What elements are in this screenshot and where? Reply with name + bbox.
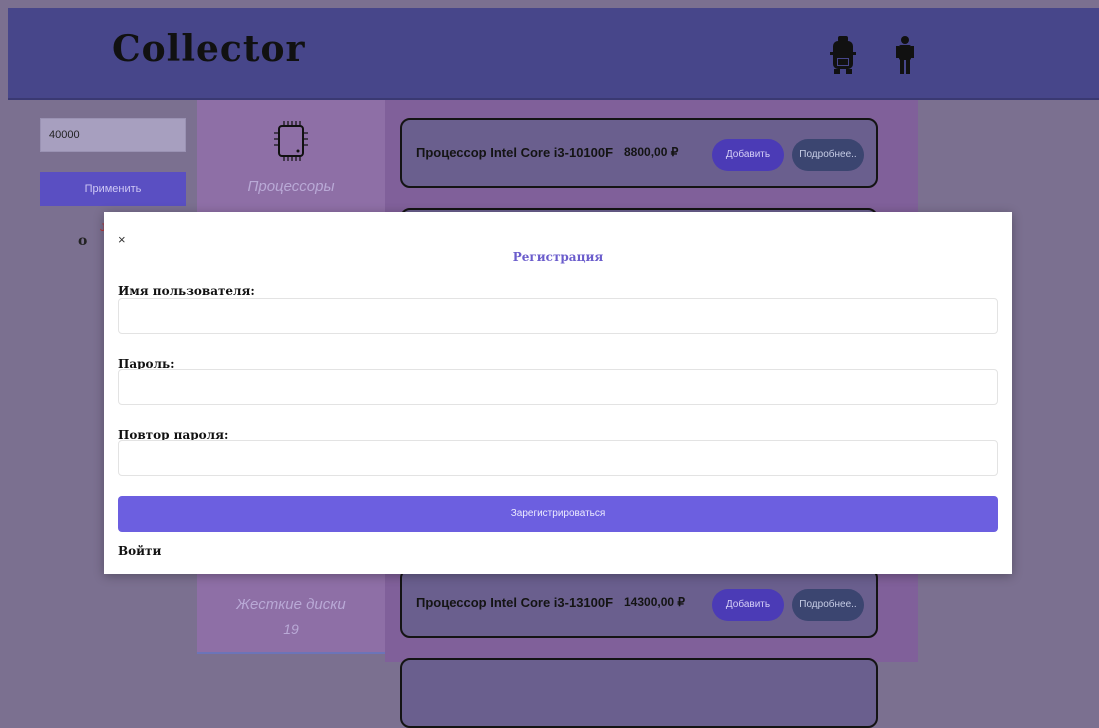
- chip-icon: [274, 121, 308, 166]
- apply-button[interactable]: Применить: [40, 172, 186, 206]
- modal-title: Регистрация: [512, 250, 604, 264]
- category-cpu[interactable]: Процессоры: [197, 178, 385, 195]
- category-hdd-count: 19: [283, 621, 299, 637]
- product-card: Процессор Intel Core i3-13100F 14300,00 …: [400, 568, 878, 638]
- details-button[interactable]: Подробнее..: [792, 139, 864, 171]
- password-input[interactable]: [118, 369, 998, 405]
- filter-text-fragment: o: [78, 233, 88, 249]
- repeat-password-input[interactable]: [118, 440, 998, 476]
- product-name: Процессор Intel Core i3-13100F: [416, 595, 614, 610]
- product-card: Процессор Intel Core i3-10100F 8800,00 ₽…: [400, 118, 878, 188]
- app-header: Collector: [8, 8, 1099, 100]
- details-button[interactable]: Подробнее..: [792, 589, 864, 621]
- username-label: Имя пользователя:: [118, 284, 255, 298]
- add-button[interactable]: Добавить: [712, 589, 784, 621]
- product-name: Процессор Intel Core i3-10100F: [416, 145, 614, 160]
- person-icon[interactable]: [896, 36, 914, 79]
- category-hdd[interactable]: Жесткие диски: [197, 596, 385, 613]
- product-price: 14300,00 ₽: [624, 595, 686, 609]
- budget-input[interactable]: [40, 118, 186, 152]
- product-price: 8800,00 ₽: [624, 145, 679, 159]
- logo[interactable]: Collector: [112, 28, 305, 70]
- register-button[interactable]: Зарегистрироваться: [118, 496, 998, 532]
- login-link[interactable]: Войти: [118, 544, 161, 558]
- product-card-partial: [400, 658, 878, 728]
- close-icon[interactable]: ×: [118, 232, 126, 247]
- registration-modal: × Регистрация Имя пользователя: Пароль: …: [104, 212, 1012, 574]
- add-button[interactable]: Добавить: [712, 139, 784, 171]
- filter-panel: Применить: [40, 118, 190, 206]
- username-input[interactable]: [118, 298, 998, 334]
- backpack-icon[interactable]: [830, 36, 856, 79]
